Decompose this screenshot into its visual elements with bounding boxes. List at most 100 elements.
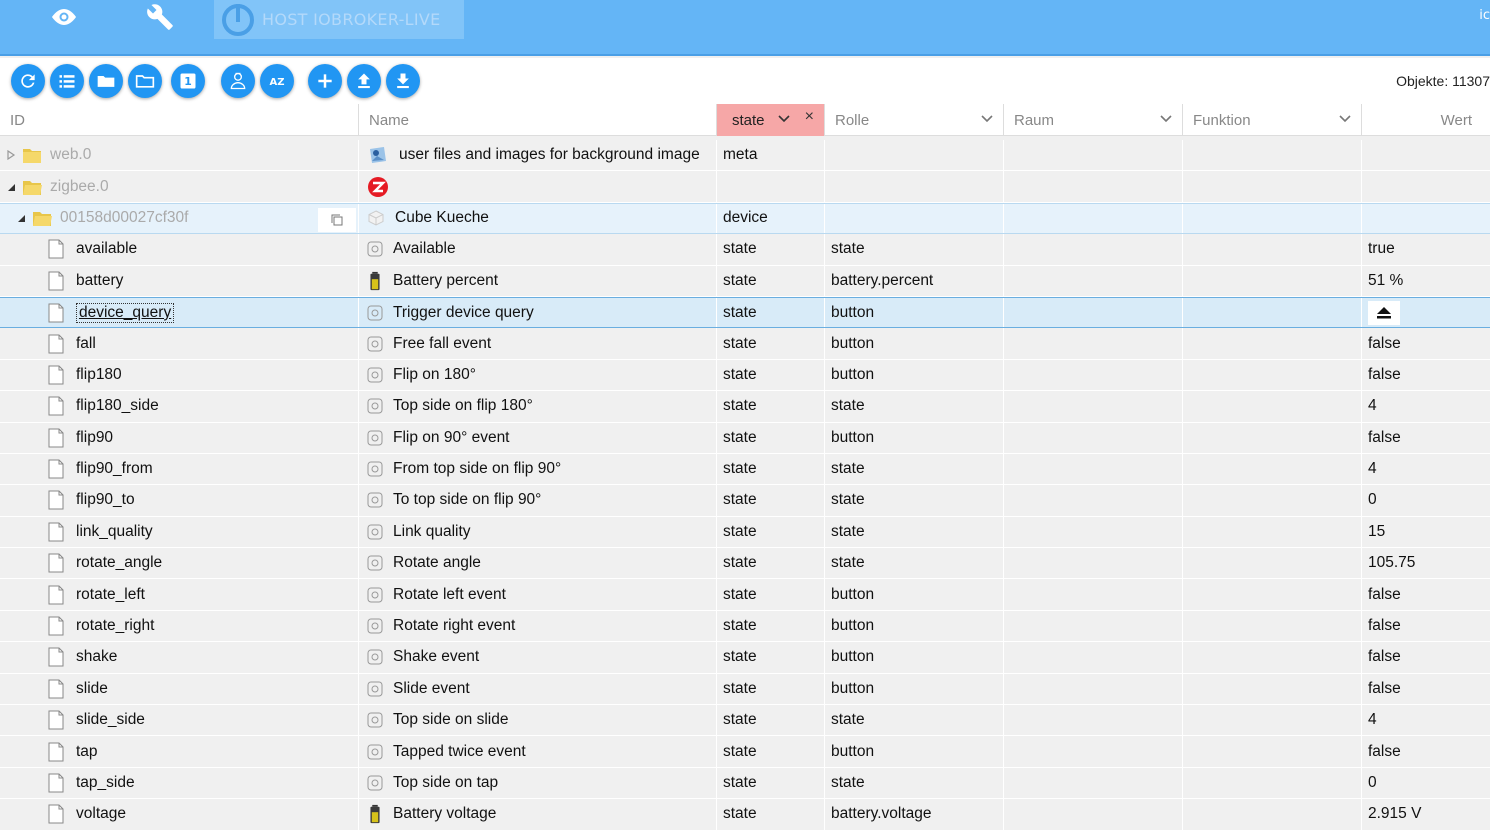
row-id[interactable]: device_query xyxy=(76,302,175,323)
row-value[interactable]: 4 xyxy=(1368,397,1377,415)
table-row[interactable]: fall Free fall event state button false xyxy=(0,328,1490,360)
row-function[interactable] xyxy=(1183,736,1362,767)
expand-all-button[interactable] xyxy=(89,64,123,98)
admin-toggle-button[interactable] xyxy=(221,64,255,98)
row-value[interactable]: 51 % xyxy=(1368,272,1403,290)
row-value[interactable]: 15 xyxy=(1368,523,1385,541)
row-id[interactable]: flip90_to xyxy=(76,491,135,509)
table-row[interactable]: tap_side Top side on tap state state 0 xyxy=(0,767,1490,800)
expand-arrow-icon[interactable] xyxy=(6,150,16,161)
row-room[interactable] xyxy=(1004,642,1183,673)
table-row[interactable]: rotate_right Rotate right event state butto… xyxy=(0,610,1490,643)
table-row[interactable]: flip180_side Top side on flip 180° state st… xyxy=(0,391,1490,423)
row-value[interactable]: true xyxy=(1368,240,1395,258)
row-id[interactable]: rotate_left xyxy=(76,586,145,604)
header-value[interactable]: Wert xyxy=(1362,104,1490,136)
eye-icon[interactable] xyxy=(44,2,84,32)
row-id[interactable]: slide_side xyxy=(76,711,145,729)
row-function[interactable] xyxy=(1183,422,1362,453)
row-value[interactable]: 0 xyxy=(1368,774,1377,792)
collapse-arrow-icon[interactable] xyxy=(16,213,26,223)
room-filter-select[interactable]: Raum xyxy=(1004,104,1183,136)
row-room[interactable] xyxy=(1004,359,1183,391)
row-function[interactable] xyxy=(1183,234,1362,265)
clear-filter-icon[interactable]: × xyxy=(805,108,814,126)
row-room[interactable] xyxy=(1004,422,1183,453)
list-view-button[interactable] xyxy=(50,64,84,98)
row-id[interactable]: tap xyxy=(76,743,98,761)
add-object-button[interactable] xyxy=(308,64,342,98)
refresh-button[interactable] xyxy=(11,64,45,98)
row-id[interactable]: fall xyxy=(76,335,96,353)
row-room[interactable] xyxy=(1004,485,1183,516)
row-value[interactable]: 4 xyxy=(1368,711,1377,729)
table-row[interactable]: flip180 Flip on 180° state button false xyxy=(0,359,1490,392)
table-row[interactable]: slide Slide event state button false xyxy=(0,673,1490,706)
row-room[interactable] xyxy=(1004,736,1183,767)
row-room[interactable] xyxy=(1004,265,1183,296)
row-function[interactable] xyxy=(1183,453,1362,485)
row-id[interactable]: rotate_angle xyxy=(76,554,162,572)
row-function[interactable] xyxy=(1183,610,1362,642)
row-function[interactable] xyxy=(1183,297,1362,328)
row-room[interactable] xyxy=(1004,610,1183,642)
table-row[interactable]: rotate_left Rotate left event state button f… xyxy=(0,579,1490,611)
row-room[interactable] xyxy=(1004,673,1183,705)
copy-id-button[interactable] xyxy=(318,207,356,232)
row-room[interactable] xyxy=(1004,799,1183,830)
row-value[interactable]: false xyxy=(1368,680,1401,698)
level-one-button[interactable]: 1 xyxy=(171,64,205,98)
row-room[interactable] xyxy=(1004,453,1183,485)
row-function[interactable] xyxy=(1183,548,1362,579)
type-filter-select[interactable]: state × xyxy=(717,104,825,136)
row-id[interactable]: flip90 xyxy=(76,429,113,447)
row-value[interactable]: false xyxy=(1368,429,1401,447)
row-function[interactable] xyxy=(1183,705,1362,736)
row-id[interactable]: shake xyxy=(76,648,117,666)
table-row[interactable]: flip90 Flip on 90° event state button false xyxy=(0,422,1490,454)
row-id[interactable]: rotate_right xyxy=(76,617,154,635)
row-id[interactable]: battery xyxy=(76,272,123,290)
row-room[interactable] xyxy=(1004,234,1183,265)
table-row[interactable]: slide_side Top side on slide state state 4 xyxy=(0,705,1490,737)
row-id[interactable]: link_quality xyxy=(76,523,153,541)
row-id[interactable]: voltage xyxy=(76,805,126,823)
wrench-icon[interactable] xyxy=(140,2,180,32)
row-function[interactable] xyxy=(1183,642,1362,673)
table-row[interactable]: web.0 user files and images for backgrou… xyxy=(0,140,1490,172)
row-value[interactable]: false xyxy=(1368,335,1401,353)
row-function[interactable] xyxy=(1183,328,1362,359)
table-row[interactable]: tap Tapped twice event state button false xyxy=(0,736,1490,768)
table-row[interactable]: voltage Battery voltage state battery.volta… xyxy=(0,799,1490,831)
row-id[interactable]: flip180 xyxy=(76,366,122,384)
table-row[interactable]: device_query Trigger device query state but… xyxy=(0,296,1490,329)
download-button[interactable] xyxy=(386,64,420,98)
row-room[interactable] xyxy=(1004,328,1183,359)
row-room[interactable] xyxy=(1004,391,1183,422)
row-id[interactable]: tap_side xyxy=(76,774,135,792)
row-function[interactable] xyxy=(1183,391,1362,422)
row-value[interactable]: 2.915 V xyxy=(1368,805,1421,823)
function-filter-select[interactable]: Funktion xyxy=(1183,104,1362,136)
table-row[interactable]: available Available state state true xyxy=(0,234,1490,266)
header-id[interactable]: ID xyxy=(0,104,359,136)
row-function[interactable] xyxy=(1183,799,1362,830)
row-id[interactable]: flip90_from xyxy=(76,460,153,478)
table-row[interactable]: 00158d00027cf30f Cube Kueche device xyxy=(0,202,1490,235)
row-value[interactable]: false xyxy=(1368,366,1401,384)
host-tab[interactable]: HOST IOBROKER-LIVE xyxy=(214,0,464,39)
row-value[interactable]: 105.75 xyxy=(1368,554,1415,572)
row-value[interactable]: false xyxy=(1368,648,1401,666)
sort-button[interactable]: AZ xyxy=(260,64,294,98)
row-function[interactable] xyxy=(1183,485,1362,516)
row-room[interactable] xyxy=(1004,705,1183,736)
upload-button[interactable] xyxy=(347,64,381,98)
row-room[interactable] xyxy=(1004,548,1183,579)
collapse-arrow-icon[interactable] xyxy=(6,182,16,192)
row-function[interactable] xyxy=(1183,516,1362,548)
row-value[interactable]: false xyxy=(1368,617,1401,635)
row-id[interactable]: slide xyxy=(76,680,108,698)
row-function[interactable] xyxy=(1183,359,1362,391)
table-row[interactable]: battery Battery percent state battery.perce… xyxy=(0,265,1490,297)
table-row[interactable]: shake Shake event state button false xyxy=(0,642,1490,674)
